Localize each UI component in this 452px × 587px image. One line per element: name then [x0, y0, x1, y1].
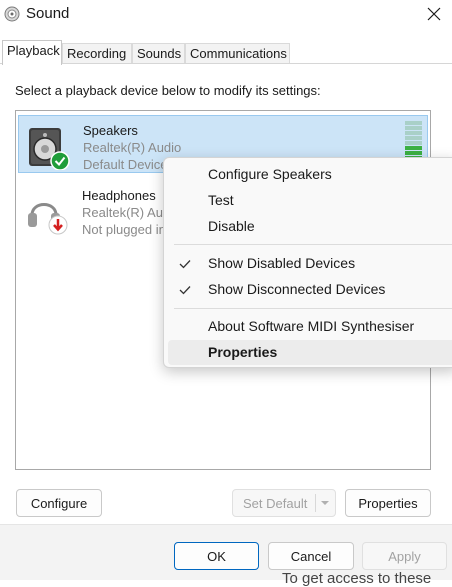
- meter-segment: [405, 121, 422, 125]
- tab-strip: Playback Recording Sounds Communications: [0, 40, 452, 65]
- close-icon: [427, 7, 441, 21]
- ok-button[interactable]: OK: [174, 542, 259, 570]
- set-default-label: Set Default: [243, 495, 308, 511]
- close-button[interactable]: [416, 0, 452, 28]
- checkmark-icon: [179, 260, 191, 269]
- menu-item-configure-speakers[interactable]: Configure Speakers: [168, 162, 452, 187]
- configure-button[interactable]: Configure: [16, 489, 102, 517]
- checkmark-icon: [179, 286, 191, 295]
- menu-item-test[interactable]: Test: [168, 188, 452, 213]
- device-name: Headphones: [82, 188, 156, 203]
- tab-recording[interactable]: Recording: [62, 43, 132, 63]
- menu-item-show-disconnected-devices[interactable]: Show Disconnected Devices: [168, 277, 452, 302]
- meter-segment: [405, 131, 422, 135]
- instruction-text: Select a playback device below to modify…: [15, 83, 321, 98]
- window-title: Sound: [26, 5, 70, 22]
- meter-segment: [405, 146, 422, 150]
- tab-playback[interactable]: Playback: [2, 40, 62, 65]
- properties-button[interactable]: Properties: [345, 489, 431, 517]
- meter-segment: [405, 151, 422, 155]
- device-status: Default Device: [83, 157, 168, 172]
- menu-item-disable[interactable]: Disable: [168, 214, 452, 239]
- device-status: Not plugged in: [82, 222, 166, 237]
- chevron-down-icon: [321, 501, 329, 505]
- menu-separator: [174, 244, 452, 245]
- headphones-icon: [28, 203, 68, 235]
- green-check-icon: [50, 151, 70, 170]
- cancel-button[interactable]: Cancel: [268, 542, 354, 570]
- device-driver: Realtek(R) Audio: [83, 140, 182, 155]
- device-name: Speakers: [83, 123, 138, 138]
- context-menu: Configure Speakers Test Disable Show Dis…: [163, 157, 452, 368]
- meter-segment: [405, 141, 422, 145]
- menu-item-properties[interactable]: Properties: [168, 340, 452, 365]
- tab-sounds[interactable]: Sounds: [132, 43, 185, 63]
- meter-segment: [405, 136, 422, 140]
- apply-button: Apply: [362, 542, 447, 570]
- split-divider: [315, 494, 316, 512]
- background-window-text: To get access to these: [282, 570, 432, 587]
- sound-app-icon: [4, 6, 20, 22]
- title-bar: Sound: [0, 0, 452, 30]
- red-down-arrow-icon: [48, 215, 68, 235]
- tab-communications[interactable]: Communications: [185, 43, 290, 63]
- speaker-icon: [29, 128, 70, 170]
- menu-item-show-disabled-devices[interactable]: Show Disabled Devices: [168, 251, 452, 276]
- menu-item-about-midi[interactable]: About Software MIDI Synthesiser: [168, 314, 452, 339]
- set-default-split-button: Set Default: [232, 489, 336, 517]
- menu-separator: [174, 308, 452, 309]
- meter-segment: [405, 126, 422, 130]
